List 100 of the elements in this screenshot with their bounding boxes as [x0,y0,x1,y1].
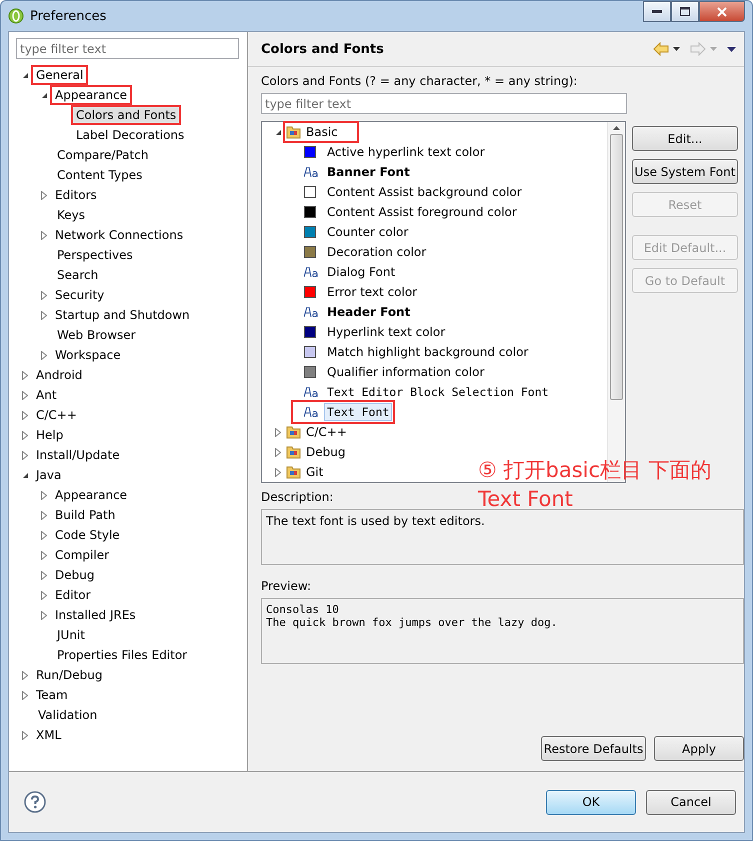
maximize-button[interactable] [671,1,699,22]
scrollbar-thumb[interactable] [610,134,623,400]
collapsed-arrow-icon[interactable] [22,390,28,400]
tree-item[interactable]: Label Decorations [73,127,188,143]
tree-item[interactable]: Installed JREs [52,607,139,623]
preference-item[interactable]: Error text color [324,283,420,301]
collapsed-arrow-icon[interactable] [22,730,28,740]
expanded-arrow-icon[interactable] [22,72,28,78]
tree-item[interactable]: Editors [52,187,100,203]
tree-item[interactable]: Validation [35,707,100,723]
collapsed-arrow-icon[interactable] [41,190,47,200]
side-button[interactable]: Edit... [632,126,738,151]
help-icon[interactable] [24,791,46,813]
preference-item[interactable]: Content Assist foreground color [324,203,520,221]
preference-item[interactable]: Header Font [324,303,414,321]
tree-item[interactable]: Appearance [52,487,130,503]
collapsed-arrow-icon[interactable] [41,290,47,300]
collapsed-arrow-icon[interactable] [275,428,281,436]
collapsed-arrow-icon[interactable] [22,690,28,700]
page-button[interactable]: Apply [654,736,744,761]
collapsed-arrow-icon[interactable] [41,610,47,620]
tree-item[interactable]: Keys [54,207,88,223]
font-icon [304,167,319,177]
tree-item[interactable]: General [33,67,86,83]
tree-item[interactable]: Ant [33,387,60,403]
tree-item[interactable]: Debug [52,567,98,583]
expanded-arrow-icon[interactable] [40,92,48,98]
preference-item[interactable]: Banner Font [324,163,413,181]
side-button[interactable]: Use System Font [632,159,738,184]
tree-item[interactable]: Help [33,427,66,443]
tree-item[interactable]: JUnit [54,627,88,643]
tree-item[interactable]: Colors and Fonts [73,107,180,123]
collapsed-arrow-icon[interactable] [22,450,28,460]
preference-item[interactable]: Active hyperlink text color [324,143,488,161]
tree-item[interactable]: Editor [52,587,94,603]
collapsed-arrow-icon[interactable] [275,468,281,476]
tree-item[interactable]: Java [33,467,64,483]
forward-arrow-icon [690,42,706,56]
expanded-arrow-icon[interactable] [274,128,282,136]
page-button[interactable]: Restore Defaults [541,736,646,761]
tree-item[interactable]: Security [52,287,108,303]
dropdown-icon[interactable] [673,47,680,51]
preference-item[interactable]: Counter color [324,223,412,241]
tree-item[interactable]: Appearance [52,87,130,103]
tree-item[interactable]: Build Path [52,507,118,523]
expanded-arrow-icon[interactable] [22,472,28,478]
tree-item[interactable]: Properties Files Editor [54,647,190,663]
scroll-up-icon[interactable] [613,126,620,130]
tree-item[interactable]: Android [33,367,86,383]
category-item[interactable]: Debug [286,444,346,460]
collapsed-arrow-icon[interactable] [275,448,281,456]
preference-item[interactable]: Decoration color [324,243,430,261]
tree-item[interactable]: Network Connections [52,227,186,243]
font-icon [304,307,319,317]
category-item[interactable]: Basic [286,124,356,140]
dialog-button[interactable]: OK [546,790,636,814]
collapsed-arrow-icon[interactable] [22,430,28,440]
collapsed-arrow-icon[interactable] [41,230,47,240]
tree-item[interactable]: Content Types [54,167,146,183]
preference-item[interactable]: Qualifier information color [324,363,488,381]
tree-item[interactable]: Compare/Patch [54,147,152,163]
collapsed-arrow-icon[interactable] [41,530,47,540]
collapsed-arrow-icon[interactable] [22,670,28,680]
tree-item[interactable]: Compiler [52,547,112,563]
tree-item[interactable]: Code Style [52,527,123,543]
collapsed-arrow-icon[interactable] [22,370,28,380]
collapsed-arrow-icon[interactable] [41,490,47,500]
collapsed-arrow-icon[interactable] [41,590,47,600]
collapsed-arrow-icon[interactable] [41,570,47,580]
collapsed-arrow-icon[interactable] [41,550,47,560]
tree-item[interactable]: Workspace [52,347,124,363]
collapsed-arrow-icon[interactable] [41,510,47,520]
tree-item[interactable]: Web Browser [54,327,139,343]
tree-item[interactable]: Perspectives [54,247,136,263]
collapsed-arrow-icon[interactable] [22,410,28,420]
folder-icon [286,124,302,140]
collapsed-arrow-icon[interactable] [41,350,47,360]
tree-item[interactable]: Team [33,687,71,703]
category-item[interactable]: C/C++ [286,424,347,440]
tree-item[interactable]: Install/Update [33,447,123,463]
preference-item[interactable]: Hyperlink text color [324,323,448,341]
tree-item[interactable]: C/C++ [33,407,80,423]
tree-item[interactable]: Run/Debug [33,667,106,683]
preference-item[interactable]: Match highlight background color [324,343,532,361]
preference-item[interactable]: Dialog Font [324,263,398,281]
filter-field[interactable]: type filter text [16,38,239,59]
folder-icon [286,464,302,480]
close-button[interactable] [699,1,745,22]
preference-item[interactable]: Text Font [324,403,392,421]
filter-field[interactable]: type filter text [261,93,627,114]
minimize-button[interactable] [643,1,671,22]
collapsed-arrow-icon[interactable] [41,310,47,320]
view-menu-icon[interactable] [727,46,736,52]
preference-item[interactable]: Text Editor Block Selection Font [324,383,552,401]
tree-item[interactable]: Startup and Shutdown [52,307,193,323]
category-item[interactable]: Git [286,464,324,480]
dialog-button[interactable]: Cancel [646,790,736,814]
tree-item[interactable]: Search [54,267,102,283]
preference-item[interactable]: Content Assist background color [324,183,525,201]
tree-item[interactable]: XML [33,727,64,743]
